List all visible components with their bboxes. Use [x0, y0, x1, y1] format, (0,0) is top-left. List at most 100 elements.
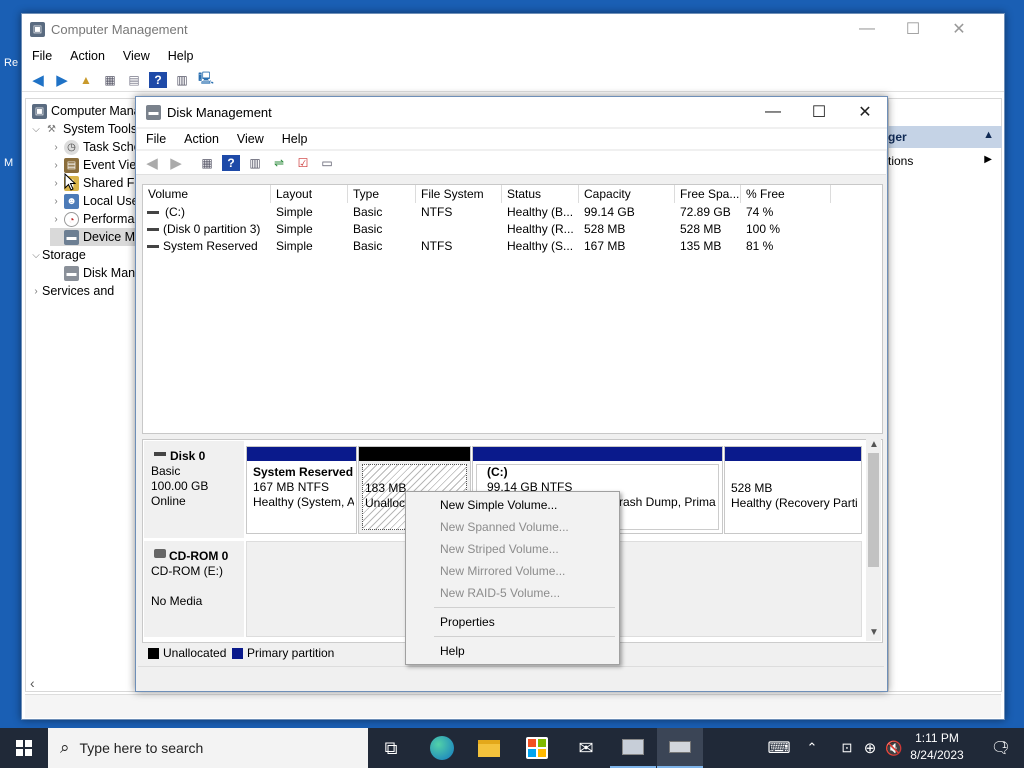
- dm-toolbar: ◀ ▶ ▦ ? ▥ ⇌ ☑ ▭: [136, 151, 886, 175]
- column-header-volume[interactable]: Volume: [143, 185, 271, 203]
- start-button[interactable]: [0, 728, 48, 768]
- chevron-down-icon[interactable]: ⌵: [30, 250, 42, 261]
- keyboard-icon[interactable]: ⌨: [756, 728, 802, 768]
- tree-system-tools[interactable]: ⌵ ⚒ System Tools: [30, 120, 137, 138]
- notifications-icon[interactable]: 🗨 1: [978, 728, 1024, 768]
- cm-maximize-button[interactable]: ☐: [890, 14, 936, 44]
- tree-disk-management[interactable]: ▬ Disk Man: [50, 264, 135, 282]
- forward-arrow-icon[interactable]: ▶: [167, 155, 185, 172]
- cm-menu-file[interactable]: File: [23, 49, 61, 63]
- properties-icon[interactable]: ▭: [318, 155, 336, 171]
- chevron-right-icon[interactable]: ›: [50, 196, 62, 207]
- event-viewer-icon: ▤: [64, 157, 79, 173]
- cm-menu-action[interactable]: Action: [61, 49, 114, 63]
- clock[interactable]: 1:11 PM 8/24/2023: [904, 730, 970, 766]
- cm-menu-view[interactable]: View: [114, 49, 159, 63]
- tree-shared-folders[interactable]: ›▮Shared F: [50, 174, 134, 192]
- disk-management-taskbar-icon[interactable]: [657, 728, 703, 768]
- chevron-right-icon[interactable]: ›: [50, 214, 62, 225]
- microsoft-store-icon[interactable]: [514, 728, 560, 768]
- chevron-right-icon[interactable]: ›: [50, 142, 62, 153]
- chevron-right-icon[interactable]: ›: [50, 160, 62, 171]
- help-icon[interactable]: ?: [149, 71, 167, 88]
- partition-recovery[interactable]: 528 MB Healthy (Recovery Parti: [724, 446, 862, 534]
- help-icon[interactable]: ?: [222, 154, 240, 171]
- file-explorer-icon[interactable]: [466, 728, 512, 768]
- folder-up-icon[interactable]: ▲: [77, 72, 95, 88]
- desktop-icon-recycle-bin-label[interactable]: Re: [4, 57, 18, 69]
- dm-maximize-button[interactable]: ☐: [796, 97, 842, 127]
- partition-system-reserved[interactable]: System Reserved 167 MB NTFS Healthy (Sys…: [246, 446, 357, 534]
- show-hide-tree-icon[interactable]: ▦: [101, 72, 119, 88]
- network-icon[interactable]: ⊡: [836, 728, 858, 768]
- computer-management-taskbar-icon[interactable]: [610, 728, 656, 768]
- volume-muted-icon[interactable]: 🔇: [882, 728, 906, 768]
- checklist-icon[interactable]: ☑: [294, 155, 312, 171]
- dm-menu-help[interactable]: Help: [273, 132, 317, 146]
- menu-separator: [434, 636, 615, 637]
- tree-services-applications[interactable]: › Services and: [30, 282, 114, 300]
- show-hidden-icons-chevron-up-icon[interactable]: ⌃: [800, 728, 824, 768]
- desktop-icon-label[interactable]: M: [4, 157, 13, 169]
- tree-computer-management[interactable]: ▣ Computer Mana: [30, 102, 141, 120]
- tree-scroll-left-icon[interactable]: ‹: [30, 675, 35, 691]
- dm-menu-action[interactable]: Action: [175, 132, 228, 146]
- dm-minimize-button[interactable]: —: [750, 97, 796, 127]
- column-header-status[interactable]: Status: [502, 185, 579, 203]
- column-header-layout[interactable]: Layout: [271, 185, 348, 203]
- edge-browser-icon[interactable]: [419, 728, 465, 768]
- tree-task-scheduler[interactable]: › ◷ Task Sche: [50, 138, 141, 156]
- cm-titlebar[interactable]: ▣ Computer Management — ☐ ✕: [22, 14, 1004, 44]
- action-pane-icon[interactable]: ▥: [246, 155, 264, 171]
- column-header-free-space[interactable]: Free Spa...: [675, 185, 741, 203]
- column-header-capacity[interactable]: Capacity: [579, 185, 675, 203]
- table-row[interactable]: (C:) Simple Basic NTFS Healthy (B... 99.…: [143, 205, 882, 222]
- task-view-icon[interactable]: ⧉: [368, 728, 414, 768]
- dm-menu-file[interactable]: File: [137, 132, 175, 146]
- dm-menu-view[interactable]: View: [228, 132, 273, 146]
- actions-header[interactable]: ger ▲: [888, 126, 1002, 148]
- export-list-icon[interactable]: ▤: [125, 72, 143, 88]
- cm-menu-help[interactable]: Help: [159, 49, 203, 63]
- actions-item-more[interactable]: tions ▶: [888, 153, 1002, 171]
- back-arrow-icon[interactable]: ◀: [29, 72, 47, 89]
- computer-icon[interactable]: 🖳: [197, 71, 215, 88]
- chevron-right-icon[interactable]: ›: [30, 286, 42, 297]
- cell-type: Basic: [353, 222, 383, 236]
- cdrom-0-label[interactable]: CD-ROM 0 CD-ROM (E:) No Media: [144, 541, 244, 637]
- scroll-thumb[interactable]: [868, 453, 879, 567]
- menu-item-help[interactable]: Help: [440, 644, 465, 658]
- tree-storage[interactable]: ⌵ Storage: [30, 246, 86, 264]
- dm-close-button[interactable]: ✕: [842, 97, 888, 127]
- show-hide-tree-icon[interactable]: ▦: [198, 155, 216, 171]
- column-header-file-system[interactable]: File System: [416, 185, 502, 203]
- collapse-up-icon[interactable]: ▲: [983, 129, 994, 141]
- menu-item-new-simple-volume[interactable]: New Simple Volume...: [440, 498, 557, 512]
- disk-map-scrollbar[interactable]: ▲ ▼: [866, 439, 881, 641]
- cm-close-button[interactable]: ✕: [936, 14, 982, 44]
- clock-icon: ◷: [64, 139, 79, 155]
- tree-event-viewer[interactable]: › ▤ Event Vie: [50, 156, 136, 174]
- column-header-type[interactable]: Type: [348, 185, 416, 203]
- table-row[interactable]: (Disk 0 partition 3) Simple Basic Health…: [143, 222, 882, 239]
- forward-arrow-icon[interactable]: ▶: [53, 72, 71, 89]
- mail-icon[interactable]: ✉: [563, 728, 609, 768]
- table-row[interactable]: System Reserved Simple Basic NTFS Health…: [143, 239, 882, 256]
- cm-minimize-button[interactable]: —: [844, 14, 890, 44]
- menu-item-properties[interactable]: Properties: [440, 615, 495, 629]
- connect-icon[interactable]: ⇌: [270, 155, 288, 171]
- chevron-right-icon[interactable]: ›: [50, 178, 62, 189]
- scroll-down-icon[interactable]: ▼: [869, 627, 879, 638]
- taskbar-search-box[interactable]: ⌕ Type here to search: [48, 728, 368, 768]
- tree-performance[interactable]: › ◔ Performa: [50, 210, 134, 228]
- scroll-up-icon[interactable]: ▲: [869, 439, 879, 450]
- dm-titlebar[interactable]: ▬ Disk Management — ☐ ✕: [136, 97, 887, 127]
- disk-0-label[interactable]: Disk 0 Basic 100.00 GB Online: [144, 441, 244, 538]
- chevron-down-icon[interactable]: ⌵: [30, 124, 42, 135]
- back-arrow-icon[interactable]: ◀: [143, 155, 161, 172]
- action-pane-icon[interactable]: ▥: [173, 72, 191, 88]
- volume-drive-icon: [147, 211, 159, 214]
- tree-device-manager[interactable]: ▬ Device M: [50, 228, 138, 246]
- globe-icon[interactable]: ⊕: [858, 728, 882, 768]
- column-header-percent-free[interactable]: % Free: [741, 185, 831, 203]
